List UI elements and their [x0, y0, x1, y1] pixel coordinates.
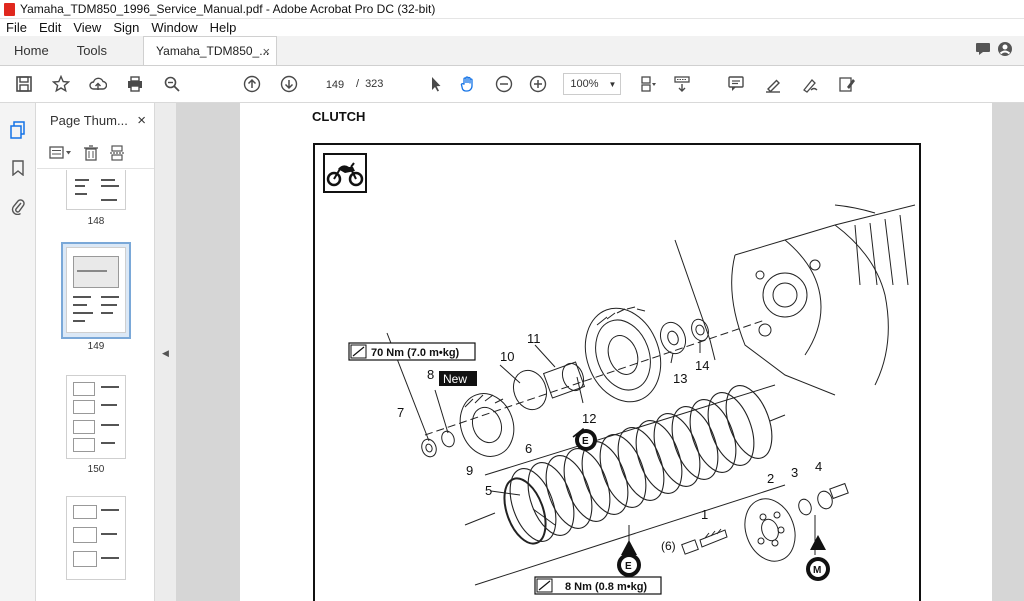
comment-bubble-icon[interactable]: [972, 42, 994, 59]
menu-help[interactable]: Help: [204, 20, 243, 35]
callout-4: 4: [815, 459, 822, 474]
new-badge-label: New: [443, 372, 467, 386]
save-icon[interactable]: [11, 71, 37, 97]
menu-file[interactable]: File: [0, 20, 33, 35]
header-right-icons: [972, 36, 1024, 65]
thumbnail-page-151[interactable]: [66, 496, 126, 580]
next-page-icon[interactable]: [276, 71, 302, 97]
scroll-mode-icon[interactable]: [669, 71, 695, 97]
user-account-icon[interactable]: [994, 41, 1016, 60]
page-thumbnails-icon[interactable]: [0, 111, 36, 149]
engine-oil-label-top: E: [582, 436, 589, 447]
highlight-pen-icon[interactable]: [760, 71, 786, 97]
thumbnail-page-149[interactable]: [66, 247, 126, 333]
left-navigation-rail: [0, 103, 36, 601]
torque-spec-top: 70 Nm (7.0 m•kg): [371, 347, 460, 359]
thumbnails-panel-header: Page Thum... ×: [37, 103, 154, 137]
page-thumbnails-panel: Page Thum... × 148 149 150: [37, 103, 191, 601]
extract-pages-icon[interactable]: [109, 144, 125, 161]
tab-close-icon[interactable]: ×: [262, 37, 270, 66]
print-icon[interactable]: [122, 71, 148, 97]
zoom-level-value: 100%: [570, 78, 599, 90]
section-heading: CLUTCH: [312, 109, 366, 124]
clutch-exploded-diagram: 7 8 9 10 11 12 13 14 6 5 1 2 3 4 (6) New…: [313, 143, 921, 601]
callout-3: 3: [791, 465, 798, 480]
callout-bolt-6: (6): [661, 539, 676, 553]
chevron-down-icon: ▼: [608, 79, 617, 89]
collapse-panel-arrow-icon[interactable]: ◀: [162, 348, 169, 359]
engine-oil-label-bottom: E: [625, 561, 632, 572]
thumbnail-label-150: 150: [87, 464, 105, 475]
tab-tools[interactable]: Tools: [63, 36, 121, 65]
fill-sign-icon[interactable]: [834, 71, 860, 97]
callout-2: 2: [767, 471, 774, 486]
zoom-level-dropdown[interactable]: 100% ▼: [563, 73, 622, 95]
pdf-page: CLUTCH 7 8 9 10 11 12 13 14 6 5 1 2 3 4 …: [240, 103, 992, 601]
window-title: Yamaha_TDM850_1996_Service_Manual.pdf - …: [20, 2, 436, 16]
panel-splitter[interactable]: ◀: [155, 103, 176, 601]
exploded-view-drawing: 7 8 9 10 11 12 13 14 6 5 1 2 3 4 (6) New…: [348, 204, 916, 595]
thumbnails-panel-tools: [37, 137, 154, 169]
page-navigation: 149 / 323: [320, 74, 384, 94]
menu-sign[interactable]: Sign: [107, 20, 145, 35]
callout-1: 1: [701, 507, 708, 522]
tab-bar: Home Tools Yamaha_TDM850_... ×: [0, 36, 1024, 66]
molybdenum-grease-label: M: [813, 565, 821, 576]
bookmarks-icon[interactable]: [0, 149, 36, 187]
tab-home[interactable]: Home: [0, 36, 63, 65]
zoom-out-icon[interactable]: [491, 71, 517, 97]
total-pages: 323: [365, 78, 384, 90]
callout-8: 8: [427, 367, 434, 382]
callout-11: 11: [527, 331, 541, 346]
callout-13: 13: [673, 371, 687, 386]
thumbnail-label-148: 148: [87, 216, 105, 227]
callout-6: 6: [525, 441, 532, 456]
callout-5: 5: [485, 483, 492, 498]
draw-signature-icon[interactable]: [797, 71, 823, 97]
cloud-upload-icon[interactable]: [85, 71, 111, 97]
tab-document-label: Yamaha_TDM850_...: [156, 44, 270, 58]
callout-14: 14: [695, 358, 709, 373]
callout-10: 10: [500, 349, 514, 364]
thumbnails-list[interactable]: 148 149 150: [37, 170, 141, 601]
page-separator: /: [356, 78, 360, 90]
zoom-in-icon[interactable]: [525, 71, 551, 97]
previous-page-icon[interactable]: [239, 71, 265, 97]
window-titlebar: Yamaha_TDM850_1996_Service_Manual.pdf - …: [0, 0, 1024, 19]
menu-edit[interactable]: Edit: [33, 20, 67, 35]
page-number-input[interactable]: 149: [320, 74, 350, 94]
delete-page-icon[interactable]: [83, 144, 99, 161]
thumbnail-page-148[interactable]: [66, 170, 126, 210]
callout-9: 9: [466, 463, 473, 478]
hand-tool-icon[interactable]: [455, 71, 481, 97]
tab-document[interactable]: Yamaha_TDM850_... ×: [143, 36, 278, 66]
bookmark-star-icon[interactable]: [48, 71, 74, 97]
acrobat-app-icon: [4, 2, 15, 16]
thumbnail-page-150[interactable]: [66, 375, 126, 459]
thumbnail-options-icon[interactable]: [49, 145, 73, 160]
find-zoom-icon[interactable]: [159, 71, 185, 97]
callout-7: 7: [397, 405, 404, 420]
page-display-icon[interactable]: [635, 71, 661, 97]
callout-12: 12: [582, 411, 596, 426]
main-toolbar: 149 / 323 100% ▼: [0, 66, 1024, 103]
torque-spec-bottom: 8 Nm (0.8 m•kg): [565, 581, 647, 593]
menu-bar: File Edit View Sign Window Help: [0, 19, 1024, 36]
select-cursor-icon[interactable]: [423, 71, 449, 97]
attachments-paperclip-icon[interactable]: [0, 187, 36, 225]
menu-view[interactable]: View: [67, 20, 107, 35]
menu-window[interactable]: Window: [145, 20, 203, 35]
comment-icon[interactable]: [723, 71, 749, 97]
document-view[interactable]: CLUTCH 7 8 9 10 11 12 13 14 6 5 1 2 3 4 …: [176, 103, 1024, 601]
thumbnails-panel-title: Page Thum...: [50, 112, 128, 128]
thumbnail-label-149: 149: [87, 341, 105, 352]
close-panel-icon[interactable]: ×: [137, 112, 146, 129]
